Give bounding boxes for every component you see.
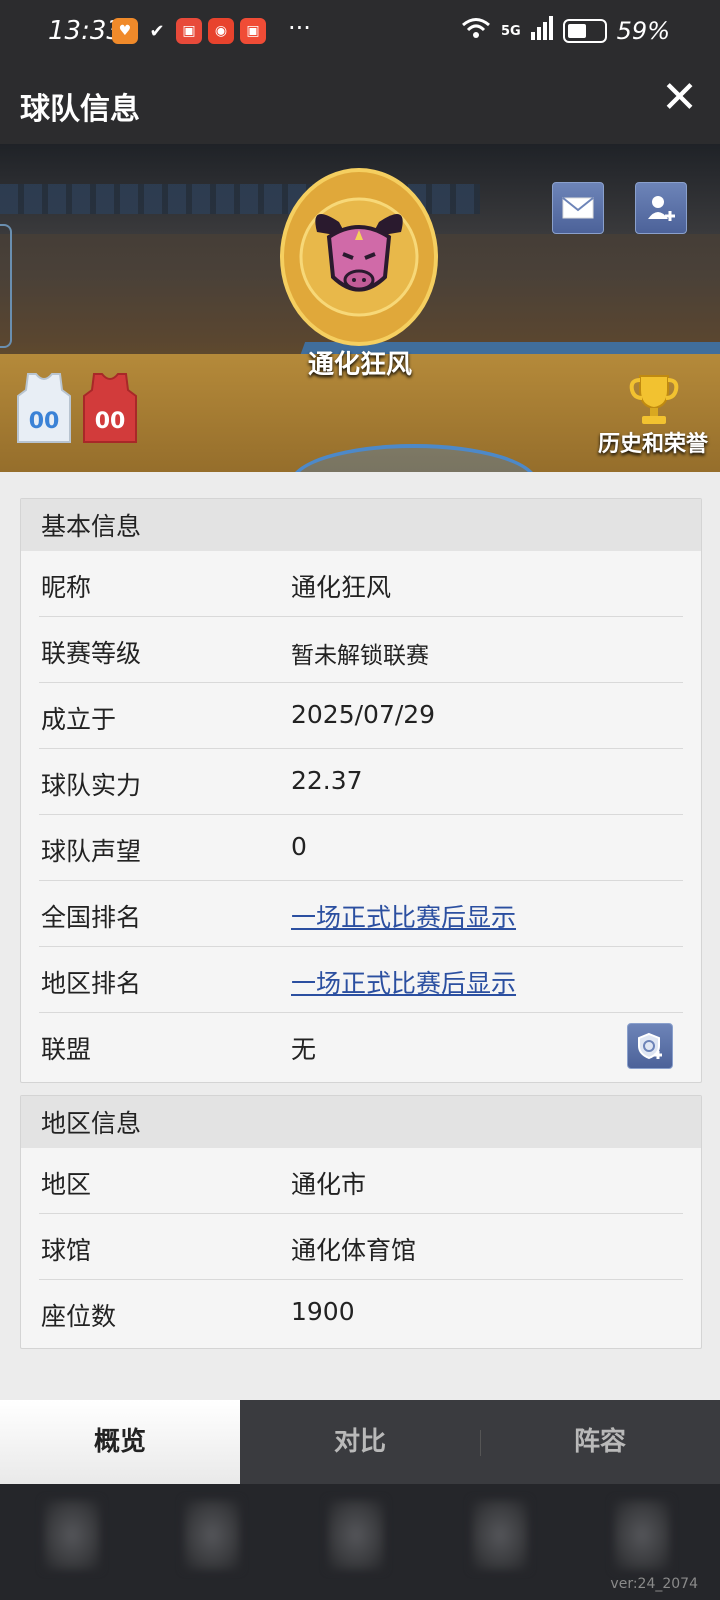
more-notifications-icon: ··· [288, 14, 311, 42]
bull-icon [299, 197, 419, 317]
info-row-nickname: 昵称 通化狂风 [39, 551, 683, 617]
tab-overview[interactable]: 概览 [0, 1400, 240, 1484]
nav-item-blurred[interactable] [184, 1500, 240, 1570]
row-label: 球队实力 [41, 771, 142, 800]
row-label: 地区排名 [41, 969, 142, 998]
mail-button[interactable] [552, 182, 604, 234]
info-row-region: 地区 通化市 [39, 1148, 683, 1214]
row-label: 球馆 [41, 1236, 92, 1265]
team-banner: 通化狂风 00 00 历史和荣誉 [0, 144, 720, 472]
app-notification-icon: ▣ [176, 18, 202, 44]
row-label: 全国排名 [41, 903, 142, 932]
row-label: 联赛等级 [41, 639, 142, 668]
weibo-icon: ◉ [208, 18, 234, 44]
nav-item-blurred[interactable] [44, 1500, 100, 1570]
alliance-add-icon [638, 1032, 662, 1060]
row-value: 0 [291, 832, 307, 861]
row-value: 无 [291, 1035, 317, 1064]
trophy-icon[interactable] [628, 372, 680, 428]
add-friend-button[interactable] [635, 182, 687, 234]
row-label: 成立于 [41, 705, 117, 734]
row-value: 2025/07/29 [291, 700, 436, 729]
national-rank-link[interactable]: 一场正式比赛后显示 [291, 898, 516, 934]
row-label: 地区 [41, 1170, 92, 1199]
tab-roster[interactable]: 阵容 [480, 1400, 720, 1484]
nav-item-blurred[interactable] [614, 1500, 670, 1570]
app-notification-icon: ♥ [112, 18, 138, 44]
blurred-bottom-nav: ver:24_2074 [0, 1484, 720, 1600]
row-label: 昵称 [41, 573, 92, 602]
home-jersey-number: 00 [29, 409, 60, 434]
battery-icon [562, 19, 607, 43]
row-value: 通化市 [291, 1170, 367, 1199]
battery-percent: 59% [616, 17, 670, 45]
row-label: 联盟 [41, 1035, 92, 1064]
status-bar: 13:33 ♥ ✔ ▣ ◉ ▣ ··· 5G 59% [0, 0, 720, 62]
side-handle[interactable] [0, 224, 12, 348]
info-row-national-rank: 全国排名 一场正式比赛后显示 [39, 881, 683, 947]
row-value: 暂未解锁联赛 [291, 643, 429, 669]
network-type: 5G [500, 23, 521, 39]
info-row-seats: 座位数 1900 [39, 1280, 683, 1345]
version-label: ver:24_2074 [610, 1576, 698, 1592]
row-value: 通化狂风 [291, 573, 392, 602]
row-value: 22.37 [291, 766, 363, 795]
info-row-league-level: 联赛等级 暂未解锁联赛 [39, 617, 683, 683]
app-notification-icon: ✔ [149, 20, 165, 42]
regional-rank-link[interactable]: 一场正式比赛后显示 [291, 964, 516, 1000]
add-user-icon [648, 196, 675, 221]
info-row-arena: 球馆 通化体育馆 [39, 1214, 683, 1280]
home-jersey-icon[interactable]: 00 [16, 372, 72, 444]
info-row-founded: 成立于 2025/07/29 [39, 683, 683, 749]
wifi-icon [461, 16, 491, 46]
tab-compare[interactable]: 对比 [240, 1400, 480, 1484]
join-alliance-button[interactable] [627, 1023, 673, 1069]
title-bar: 球队信息 ✕ [0, 62, 720, 144]
row-label: 球队声望 [41, 837, 142, 866]
info-row-reputation: 球队声望 0 [39, 815, 683, 881]
mail-icon [562, 197, 594, 219]
app-notification-icon: ▣ [240, 18, 266, 44]
info-row-strength: 球队实力 22.37 [39, 749, 683, 815]
region-info-panel: 地区信息 地区 通化市 球馆 通化体育馆 座位数 1900 [20, 1095, 702, 1349]
region-info-title: 地区信息 [21, 1096, 701, 1148]
history-honors-button[interactable]: 历史和荣誉 [598, 426, 708, 458]
page-title: 球队信息 [20, 92, 140, 127]
away-jersey-icon[interactable]: 00 [82, 372, 138, 444]
nav-item-blurred[interactable] [328, 1500, 384, 1570]
row-value: 1900 [291, 1297, 355, 1326]
info-row-alliance: 联盟 无 [39, 1013, 683, 1078]
basic-info-title: 基本信息 [21, 499, 701, 551]
close-button[interactable]: ✕ [661, 76, 698, 120]
away-jersey-number: 00 [95, 409, 126, 434]
bottom-tabs: 概览 对比 阵容 [0, 1400, 720, 1484]
signal-icon [530, 16, 553, 46]
info-row-regional-rank: 地区排名 一场正式比赛后显示 [39, 947, 683, 1013]
team-logo [280, 168, 438, 346]
row-label: 座位数 [41, 1302, 117, 1331]
basic-info-panel: 基本信息 昵称 通化狂风 联赛等级 暂未解锁联赛 成立于 2025/07/29 … [20, 498, 702, 1083]
nav-item-blurred[interactable] [472, 1500, 528, 1570]
row-value: 通化体育馆 [291, 1236, 417, 1265]
notification-icons: ♥ ✔ ▣ ◉ ▣ [112, 18, 266, 44]
